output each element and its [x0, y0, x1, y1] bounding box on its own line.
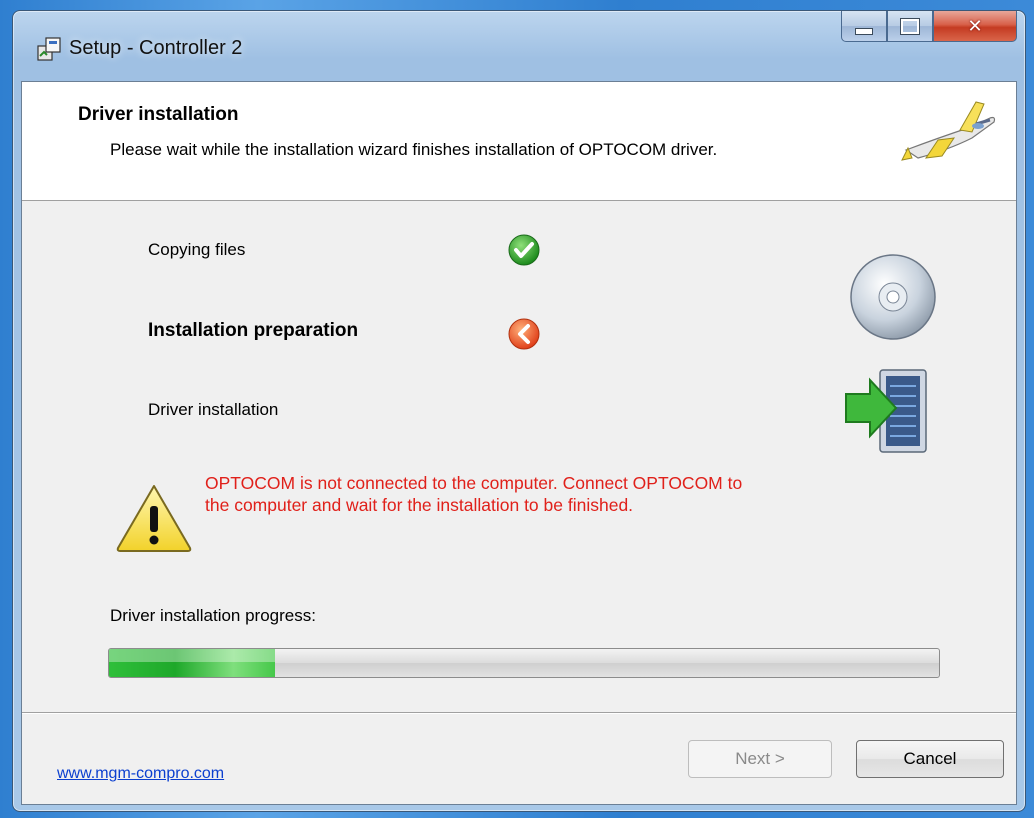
- arrow-left-icon: [508, 318, 540, 350]
- step-driver-installation: Driver installation: [148, 400, 279, 419]
- next-button[interactable]: Next >: [688, 740, 832, 778]
- window-controls: ✕: [841, 11, 1017, 43]
- close-icon: ✕: [967, 15, 983, 37]
- minimize-button[interactable]: [841, 11, 887, 42]
- wizard-header: Driver installation Please wait while th…: [22, 82, 1016, 201]
- warning-icon: [116, 485, 192, 552]
- minimize-icon: [855, 27, 873, 35]
- airplane-icon: [901, 101, 996, 161]
- setup-window: Setup - Controller 2 ✕ Driver installati…: [12, 10, 1026, 812]
- maximize-icon: [900, 17, 920, 35]
- warning-message: OPTOCOM is not connected to the computer…: [205, 473, 743, 515]
- progress-label: Driver installation progress:: [110, 606, 316, 625]
- footer-divider: [22, 712, 1016, 714]
- close-button[interactable]: ✕: [933, 11, 1017, 42]
- page-title: Driver installation: [78, 104, 239, 125]
- maximize-button[interactable]: [887, 11, 933, 42]
- cancel-button[interactable]: Cancel: [856, 740, 1004, 778]
- wizard-client-area: Driver installation Please wait while th…: [21, 81, 1017, 805]
- title-bar[interactable]: Setup - Controller 2 ✕: [13, 11, 1025, 81]
- checkmark-icon: [508, 234, 540, 266]
- website-link[interactable]: www.mgm-compro.com: [57, 765, 224, 783]
- server-install-icon: [845, 369, 927, 453]
- setup-app-icon: [37, 37, 61, 61]
- step-installation-preparation: Installation preparation: [148, 320, 359, 341]
- progress-bar-fill: [109, 649, 275, 677]
- window-title: Setup - Controller 2: [69, 37, 243, 59]
- step-copying-files: Copying files: [148, 240, 246, 259]
- progress-bar: [108, 648, 940, 678]
- cd-disc-icon: [850, 254, 936, 340]
- page-subtitle: Please wait while the installation wizar…: [110, 140, 718, 159]
